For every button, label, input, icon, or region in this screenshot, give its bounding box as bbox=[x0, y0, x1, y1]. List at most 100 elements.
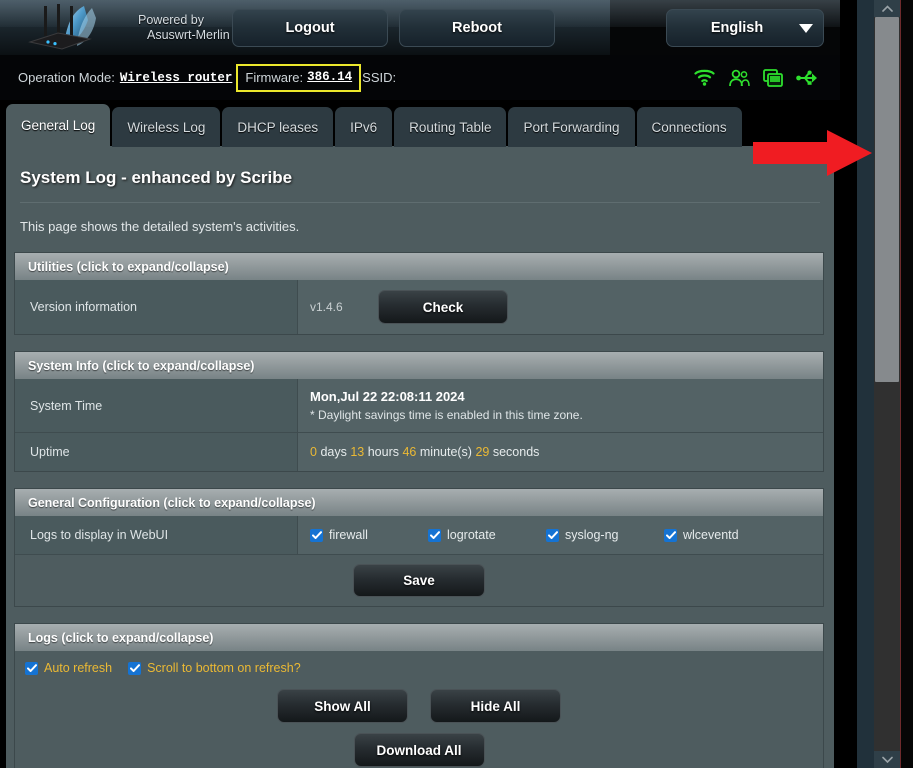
language-select[interactable]: English bbox=[666, 9, 824, 47]
checkbox-label: logrotate bbox=[447, 528, 496, 542]
uptime-days-value: 0 bbox=[310, 445, 317, 459]
firmware-value[interactable]: 386.14 bbox=[307, 70, 352, 84]
tab-ipv6[interactable]: IPv6 bbox=[335, 107, 393, 147]
hide-all-button[interactable]: Hide All bbox=[430, 689, 561, 723]
save-row: Save bbox=[15, 554, 823, 606]
system-time-note: * Daylight savings time is enabled in th… bbox=[310, 408, 583, 422]
chevron-down-icon[interactable] bbox=[874, 751, 900, 768]
section-logs: Auto refresh Scroll to bottom on refresh… bbox=[14, 651, 824, 768]
section-general-configuration: Logs to display in WebUI firewall logrot… bbox=[14, 516, 824, 607]
brand-text: Powered by Asuswrt-Merlin bbox=[138, 13, 230, 43]
row-value-system-time: Mon,Jul 22 22:08:11 2024 * Daylight savi… bbox=[298, 379, 823, 432]
row-version-information: Version information v1.4.6 Check bbox=[15, 280, 823, 334]
chevron-up-icon[interactable] bbox=[874, 0, 900, 17]
save-button[interactable]: Save bbox=[353, 564, 485, 597]
operation-mode-label: Operation Mode: bbox=[18, 70, 115, 85]
uptime-days-unit: days bbox=[320, 445, 347, 459]
vertical-scrollbar[interactable] bbox=[874, 0, 900, 768]
section-header-system-info[interactable]: System Info (click to expand/collapse) bbox=[14, 351, 824, 379]
version-value: v1.4.6 bbox=[310, 300, 343, 314]
wifi-icon[interactable] bbox=[694, 69, 715, 86]
monitor-icon[interactable] bbox=[763, 68, 783, 87]
status-info-bar: Operation Mode: Wireless router Firmware… bbox=[0, 55, 840, 100]
checkbox-syslog-ng[interactable]: syslog-ng bbox=[546, 528, 664, 542]
uptime-minutes-unit: minute(s) bbox=[419, 445, 472, 459]
checkbox-wlceventd[interactable]: wlceventd bbox=[664, 528, 782, 542]
top-header-bar: Powered by Asuswrt-Merlin Logout Reboot … bbox=[0, 0, 840, 55]
firmware-label: Firmware: bbox=[245, 69, 304, 85]
check-icon bbox=[25, 661, 38, 675]
logs-checkbox-group: Auto refresh Scroll to bottom on refresh… bbox=[15, 661, 823, 675]
logs-button-row-2: Download All bbox=[15, 733, 823, 767]
row-logs-to-display: Logs to display in WebUI firewall logrot… bbox=[15, 516, 823, 554]
download-all-button[interactable]: Download All bbox=[353, 733, 485, 767]
main-content-panel: System Log - enhanced by Scribe This pag… bbox=[6, 146, 834, 768]
scrollbar-thumb[interactable] bbox=[875, 17, 899, 382]
check-icon bbox=[428, 528, 441, 542]
logout-button[interactable]: Logout bbox=[232, 9, 388, 47]
show-all-button[interactable]: Show All bbox=[277, 689, 408, 723]
brand-logo: Powered by Asuswrt-Merlin bbox=[22, 0, 230, 55]
brand-line-2: Asuswrt-Merlin bbox=[147, 27, 230, 42]
section-header-general-configuration[interactable]: General Configuration (click to expand/c… bbox=[14, 488, 824, 516]
row-label-system-time: System Time bbox=[15, 379, 298, 432]
ssid-label: SSID: bbox=[362, 70, 397, 85]
row-value-uptime: 0 days 13 hours 46 minute(s) 29 seconds bbox=[298, 433, 823, 471]
uptime-seconds-value: 29 bbox=[475, 445, 490, 459]
tab-bar: General Log Wireless Log DHCP leases IPv… bbox=[6, 104, 744, 147]
status-icon-group bbox=[694, 55, 818, 100]
tab-wireless-log[interactable]: Wireless Log bbox=[112, 107, 221, 147]
uptime-seconds-unit: seconds bbox=[492, 445, 540, 459]
check-icon bbox=[546, 528, 559, 542]
check-icon bbox=[128, 661, 142, 675]
check-button[interactable]: Check bbox=[378, 290, 508, 324]
logs-body: Auto refresh Scroll to bottom on refresh… bbox=[15, 651, 823, 768]
router-icon bbox=[22, 2, 130, 54]
tab-dhcp-leases[interactable]: DHCP leases bbox=[222, 107, 334, 147]
section-utilities: Version information v1.4.6 Check bbox=[14, 280, 824, 335]
row-value-logs-to-display: firewall logrotate syslog-ng wlceventd bbox=[298, 516, 823, 554]
section-header-utilities[interactable]: Utilities (click to expand/collapse) bbox=[14, 252, 824, 280]
browser-viewport: Powered by Asuswrt-Merlin Logout Reboot … bbox=[0, 0, 913, 768]
tab-general-log[interactable]: General Log bbox=[6, 104, 111, 147]
tab-routing-table[interactable]: Routing Table bbox=[394, 107, 507, 147]
row-label-version-information: Version information bbox=[15, 280, 298, 334]
chevron-down-icon bbox=[789, 23, 823, 33]
tab-port-forwarding[interactable]: Port Forwarding bbox=[508, 107, 635, 147]
brand-line-1: Powered by bbox=[138, 12, 205, 27]
uptime-hours-unit: hours bbox=[367, 445, 399, 459]
firmware-highlight-box: Firmware: 386.14 bbox=[236, 63, 362, 92]
language-label: English bbox=[710, 20, 764, 36]
outer-window-edge bbox=[901, 0, 913, 768]
row-label-logs-to-display: Logs to display in WebUI bbox=[15, 516, 298, 554]
logs-button-row: Show All Hide All bbox=[15, 689, 823, 723]
row-system-time: System Time Mon,Jul 22 22:08:11 2024 * D… bbox=[15, 379, 823, 432]
log-type-checkbox-group: firewall logrotate syslog-ng wlceventd bbox=[310, 528, 782, 542]
row-label-uptime: Uptime bbox=[15, 433, 298, 471]
check-icon bbox=[664, 528, 677, 542]
checkbox-label: syslog-ng bbox=[565, 528, 619, 542]
check-icon bbox=[310, 528, 323, 542]
row-value-version-information: v1.4.6 Check bbox=[298, 280, 823, 334]
usb-icon[interactable] bbox=[796, 69, 818, 87]
section-header-logs[interactable]: Logs (click to expand/collapse) bbox=[14, 623, 824, 651]
system-time-value: Mon,Jul 22 22:08:11 2024 bbox=[310, 389, 465, 404]
uptime-minutes-value: 46 bbox=[402, 445, 417, 459]
uptime-hours-value: 13 bbox=[350, 445, 365, 459]
tab-connections[interactable]: Connections bbox=[636, 107, 742, 147]
checkbox-label: Auto refresh bbox=[44, 661, 113, 675]
checkbox-auto-refresh[interactable]: Auto refresh bbox=[25, 661, 112, 675]
checkbox-label: Scroll to bottom on refresh? bbox=[147, 661, 301, 675]
page-description: This page shows the detailed system's ac… bbox=[20, 219, 300, 234]
page-title: System Log - enhanced by Scribe bbox=[20, 168, 293, 187]
checkbox-label: firewall bbox=[329, 528, 368, 542]
section-system-info: System Time Mon,Jul 22 22:08:11 2024 * D… bbox=[14, 379, 824, 472]
row-uptime: Uptime 0 days 13 hours 46 minute(s) 29 s… bbox=[15, 432, 823, 471]
checkbox-firewall[interactable]: firewall bbox=[310, 528, 428, 542]
checkbox-label: wlceventd bbox=[683, 528, 739, 542]
operation-mode-value[interactable]: Wireless router bbox=[120, 71, 233, 85]
checkbox-scroll-to-bottom[interactable]: Scroll to bottom on refresh? bbox=[128, 661, 301, 675]
checkbox-logrotate[interactable]: logrotate bbox=[428, 528, 546, 542]
reboot-button[interactable]: Reboot bbox=[399, 9, 555, 47]
clients-icon[interactable] bbox=[728, 69, 750, 87]
